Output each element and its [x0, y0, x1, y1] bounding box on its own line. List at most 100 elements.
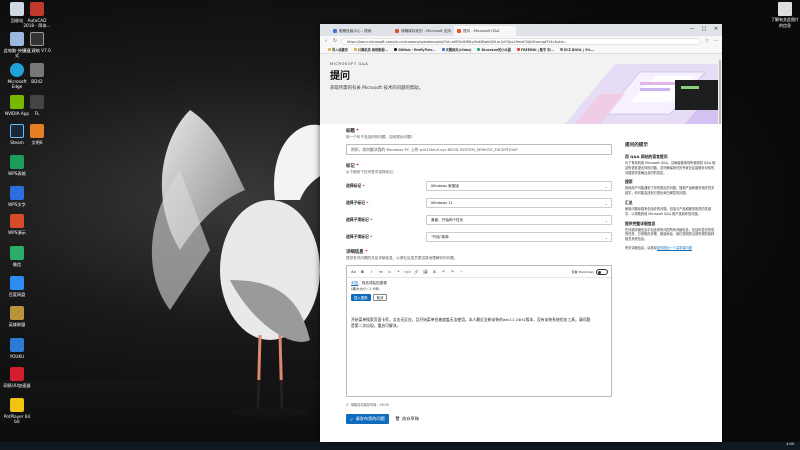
wps-sheet-icon — [10, 155, 24, 169]
minimize-button[interactable]: — — [686, 24, 698, 34]
upload-size-hint: (最大大小: 1 MB) — [351, 287, 380, 291]
tags-label: 标记 * — [346, 164, 359, 169]
desktop-icon-youku[interactable]: YOUKU — [2, 338, 32, 359]
bullet-list-button[interactable]: ≔ — [386, 270, 393, 274]
link-button[interactable]: 🔗 — [413, 270, 420, 274]
desktop-icon-fl[interactable]: FL — [22, 95, 52, 116]
subitem-select-label-2: 选择子项标记 * — [346, 233, 373, 239]
image-button[interactable]: 🖼 — [422, 270, 429, 274]
desktop-icon-civ6[interactable]: 文明6 — [22, 124, 52, 145]
tip-title: 汇总 — [625, 199, 633, 205]
overlay-panel — [675, 80, 722, 110]
tip-title: 提供完整详细信息 — [625, 220, 656, 226]
details-editor[interactable]: Aa B I ⁝≡ ≔ ❝ </> 🔗 🖼 ⊞ ↶ ↷ ⋯ 查看 Markdow… — [346, 265, 612, 397]
form-actions: ✓ 请发布您的问题 🗑 放弃草稿 — [346, 414, 612, 424]
chevron-down-icon: ⌄ — [604, 234, 608, 240]
desktop-icon-wps-writer[interactable]: WPS文字 — [2, 186, 32, 207]
numbered-list-button[interactable]: ⁝≡ — [377, 270, 384, 274]
bookmark-item[interactable]: 天翼网关(rlinks) — [441, 47, 471, 52]
text-style-button[interactable]: Aa — [350, 270, 357, 274]
bookmark-item[interactable]: ECZ BOOL | 9%... — [560, 48, 594, 52]
bookmark-item[interactable]: BruceLee的小木屋 — [477, 47, 511, 52]
table-button[interactable]: ⊞ — [431, 270, 438, 274]
tips-footer: 有关详细信息，请参阅如何提出一个高质量问题 — [625, 245, 692, 250]
tag-row: 选择子标记 * Windows 11 ⌄ — [346, 196, 612, 209]
submit-question-button[interactable]: ✓ 请发布您的问题 — [346, 414, 389, 424]
main-content: 标题 * 用一个句子总结你的问题。如何提出问题? 例如、如何解决我的 Windo… — [320, 124, 722, 442]
url-input[interactable]: https://learn.microsoft.com/zh-cn/answer… — [341, 37, 701, 45]
bookmark-item[interactable]: 导入收藏夹 — [328, 47, 348, 52]
refresh-icon[interactable]: ↻ — [332, 38, 338, 44]
bookmark-item[interactable]: 计算机类 网络数据... — [353, 47, 388, 52]
tip-text: 其他用户可能遇到了你所提出的问题。搜索产品和服务相关的关键字，你可能会找到已提出… — [625, 186, 715, 196]
desktop-icon-wps-sheet[interactable]: WPS表格 — [2, 155, 32, 176]
tip-text: 为了有效利用 Microsoft Q&A，请确保使用你所使用的 Q&A 网站的语… — [625, 161, 716, 175]
quality-question-link[interactable]: 如何提出一个高质量问题 — [657, 246, 692, 250]
maximize-button[interactable]: □ — [698, 24, 710, 34]
star-icon[interactable]: ☆ — [704, 38, 710, 44]
subitem-select-2[interactable]: "开始"菜单 ⌄ — [426, 231, 612, 242]
subitem-select[interactable]: 桌面、开始和个性化 ⌄ — [426, 214, 612, 225]
site-icon — [516, 48, 520, 51]
subtag-select[interactable]: Windows 11 ⌄ — [426, 197, 612, 208]
cancel-button[interactable]: 取消 — [372, 294, 388, 301]
more-button[interactable]: ⋯ — [458, 270, 465, 274]
page-subtitle: 获取所需的有关 Microsoft 技术的问题的帮助。 — [330, 86, 424, 91]
title-input[interactable]: 例如、如何解决我的 Windows PC 上的 win32kfull.sys B… — [346, 144, 612, 155]
chevron-down-icon: ⌄ — [604, 200, 608, 206]
wps-present-icon — [10, 214, 24, 228]
app-icon — [30, 63, 44, 77]
more-icon[interactable]: ⋯ — [713, 38, 719, 44]
toggle-switch[interactable] — [596, 269, 608, 275]
desktop-icon-autocad[interactable]: AutoCAD 2018 - 简体... — [22, 2, 52, 28]
folder-icon — [353, 48, 357, 51]
tag-select[interactable]: Windows 家庭版 ⌄ — [426, 180, 612, 191]
image-upload-panel: 浏览、拖放或粘贴图像 (最大大小: 1 MB) 插入图像 取消 — [351, 281, 388, 301]
undo-button[interactable]: ↶ — [440, 270, 447, 274]
subtag-select-label: 选择子标记 * — [346, 199, 369, 205]
desktop-icon-wechat[interactable]: 微信 — [2, 246, 32, 267]
redo-button[interactable]: ↷ — [449, 270, 456, 274]
desktop-icon-tangent[interactable]: 天正建筑 V7.0 — [22, 32, 52, 53]
back-icon[interactable]: ‹ — [323, 38, 329, 44]
tips-sidebar: 提问的提示 用 Q&A 网站的语言提问 为了有效利用 Microsoft Q&A… — [625, 142, 717, 251]
tab-search[interactable]: 假期班级中心 - 搜索 — [330, 26, 392, 36]
tip-title: 用 Q&A 网站的语言提问 — [625, 154, 668, 159]
ask-form: 标题 * 用一个句子总结你的问题。如何提出问题? 例如、如何解决我的 Windo… — [346, 128, 612, 424]
code-button[interactable]: </> — [404, 270, 411, 274]
tag-row: 选择标记 * Windows 家庭版 ⌄ — [346, 179, 612, 192]
bookmarks-bar: 导入收藏夹 计算机类 网络数据... GitHub - fireflyTrev.… — [320, 46, 722, 54]
discard-draft-button[interactable]: 🗑 放弃草稿 — [395, 416, 419, 422]
desktop-icon-wps-present[interactable]: WPS演示 — [2, 214, 32, 235]
tips-heading: 提问的提示 — [625, 143, 648, 148]
tangent-icon — [30, 32, 44, 46]
folder-icon — [328, 48, 331, 51]
quote-button[interactable]: ❝ — [395, 270, 402, 274]
desktop-icon-spotlight[interactable]: 了解有关此图片的信息 — [770, 0, 800, 29]
window-controls: — □ ✕ — [686, 24, 722, 34]
autosave-status: ☑ 草稿自动保存时间：06:39 — [346, 402, 389, 408]
tab-support[interactable]: 请确保标准的 - Microsoft 支持 — [392, 26, 454, 36]
insert-image-button[interactable]: 插入图像 — [351, 294, 371, 301]
desktop-icon-baidu-pan[interactable]: 百度网盘 — [2, 276, 32, 297]
address-bar: ‹ ↻ https://learn.microsoft.com/zh-cn/an… — [320, 36, 722, 46]
desktop-icon-potplayer[interactable]: PotPlayer 64 bit — [2, 398, 32, 424]
bookmark-item[interactable]: FREEDNI | 数字 利... — [516, 47, 554, 52]
civilization-icon — [30, 124, 44, 138]
tab-qna[interactable]: 提问 - Microsoft Q&A — [454, 26, 516, 36]
search-tab-icon — [333, 29, 337, 33]
microsoft-logo-icon — [395, 29, 399, 33]
desktop-icon-uu[interactable]: 网易UU加速器 — [2, 367, 32, 388]
bold-button[interactable]: B — [359, 270, 366, 274]
site-icon — [560, 48, 564, 51]
desktop-icon-lol[interactable]: 英雄联盟 — [2, 306, 32, 327]
close-button[interactable]: ✕ — [710, 24, 722, 34]
taskbar-clock[interactable]: 4:40 — [786, 442, 794, 446]
desktop-icon-bd42[interactable]: BD42 — [22, 63, 52, 84]
tag-row: 选择子项标记 * "开始"菜单 ⌄ — [346, 230, 612, 243]
game-icon — [10, 306, 24, 320]
delete-icon: 🗑 — [394, 416, 401, 421]
italic-button[interactable]: I — [368, 270, 375, 274]
markdown-toggle[interactable]: 查看 Markdown — [572, 269, 608, 275]
bookmark-item[interactable]: GitHub - fireflyTrev... — [394, 48, 436, 52]
